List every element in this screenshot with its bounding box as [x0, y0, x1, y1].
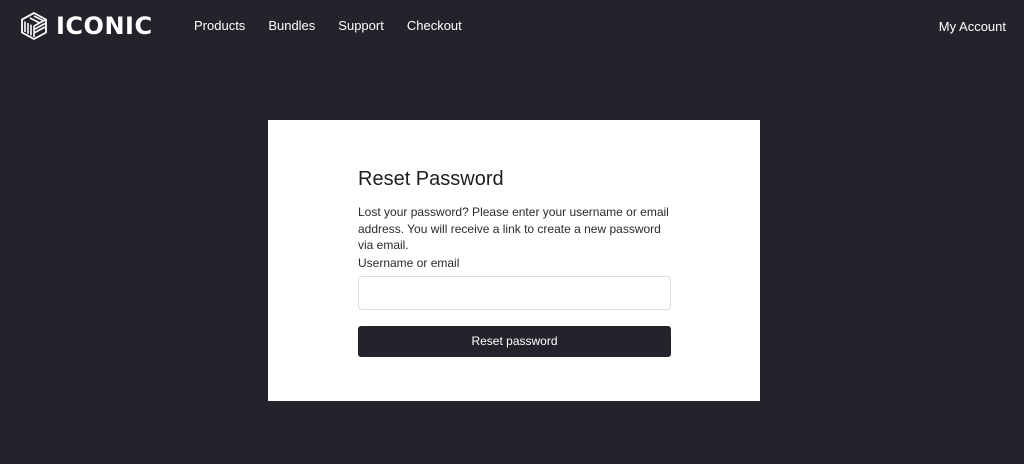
- username-email-label: Username or email: [358, 255, 460, 270]
- my-account-link[interactable]: My Account: [939, 19, 1006, 35]
- username-email-input[interactable]: [358, 275, 671, 310]
- logo-text: ICONIC: [56, 12, 153, 40]
- iconic-cube-logo-icon: [21, 12, 47, 40]
- page-title: Reset Password: [358, 168, 504, 190]
- nav-item-products[interactable]: Products: [194, 18, 245, 34]
- instructions-text: Lost your password? Please enter your us…: [358, 205, 669, 252]
- reset-password-form: Reset Password Lost your password? Pleas…: [358, 166, 671, 357]
- nav-item-support[interactable]: Support: [338, 18, 384, 34]
- main-nav: Products Bundles Support Checkout: [194, 18, 485, 34]
- top-navigation-bar: ICONIC Products Bundles Support Checkout…: [0, 0, 1024, 52]
- reset-password-card: Reset Password Lost your password? Pleas…: [268, 120, 760, 401]
- nav-item-bundles[interactable]: Bundles: [268, 18, 315, 34]
- reset-password-button[interactable]: Reset password: [358, 325, 671, 357]
- nav-item-checkout[interactable]: Checkout: [407, 18, 462, 34]
- site-logo[interactable]: ICONIC: [21, 12, 153, 40]
